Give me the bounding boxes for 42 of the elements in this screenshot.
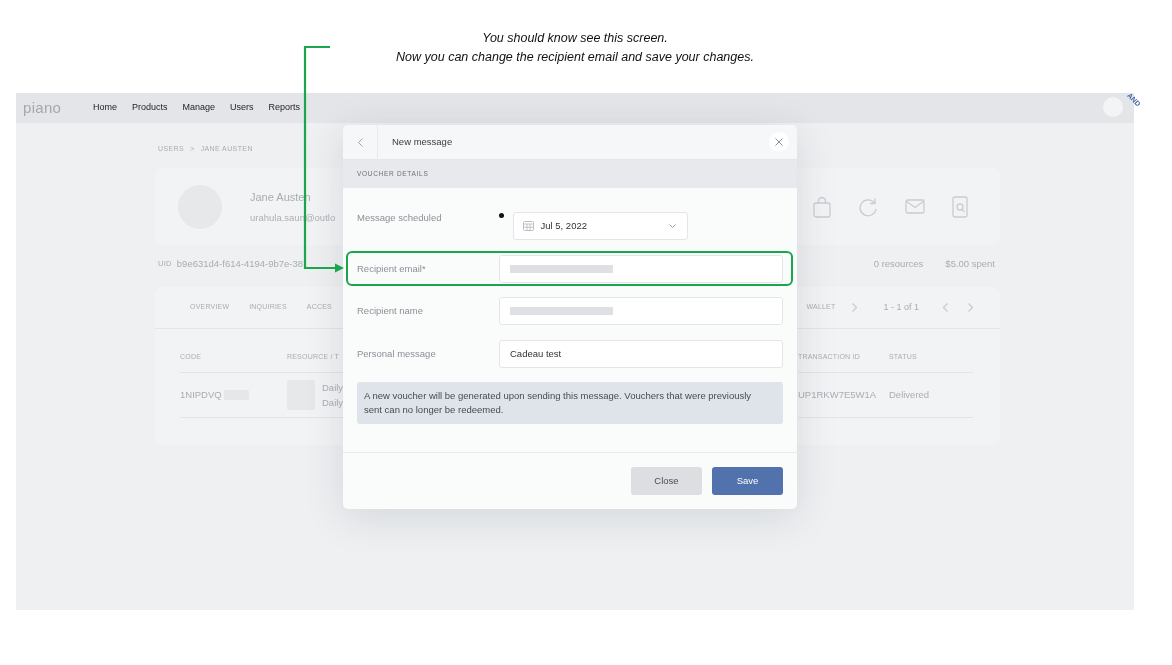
close-icon	[775, 138, 783, 146]
app-logo: piano	[23, 97, 63, 118]
caption-text: Now you can change the recipient email and save your changes.	[396, 49, 754, 66]
dialog-title: New message	[392, 134, 454, 149]
input-field[interactable]: Cadeau test	[499, 339, 783, 368]
chevron-left-icon[interactable]	[943, 303, 948, 312]
field-label: Recipient email*	[357, 262, 427, 275]
radio-button[interactable]	[499, 213, 504, 218]
stat-text: 0 resources	[873, 256, 924, 271]
field-label: Personal message	[357, 347, 437, 360]
pagination-range: 1 - 1 of 1	[883, 300, 919, 314]
field-label: Recipient name	[357, 305, 424, 317]
stat-text: $5.00 spent	[945, 256, 995, 271]
field-label: Message scheduled	[357, 212, 443, 224]
input-field[interactable]	[499, 254, 783, 283]
close-button[interactable]: Close	[631, 467, 702, 495]
circular-arrow-icon[interactable]	[858, 196, 878, 217]
envelope-icon[interactable]	[905, 199, 925, 214]
table-cell-text: UP1RKW7E5W1A	[798, 387, 878, 402]
nav-link[interactable]: Products	[132, 101, 168, 115]
table-cell-text: 1NIPDVQ	[180, 387, 222, 402]
document-icon[interactable]	[952, 195, 968, 218]
nav-link[interactable]: Manage	[182, 101, 216, 115]
close-button[interactable]	[769, 132, 789, 152]
table-cell-text: Delivered	[889, 387, 930, 402]
info-notice: A new voucher will be generated upon sending this message. Vouchers that were previously sent can no longer be redeemed.	[357, 382, 783, 424]
caption-text: You should know see this screen.	[482, 30, 668, 47]
chevron-left-icon	[357, 137, 363, 147]
table-cell-text: Daily	[322, 396, 344, 410]
chevron-right-icon[interactable]	[968, 303, 973, 312]
nav-link[interactable]: Users	[230, 101, 254, 115]
input-field[interactable]	[499, 297, 783, 325]
table-cell-text: Daily	[322, 381, 344, 395]
chevron-down-icon	[668, 224, 676, 228]
chevron-right-icon[interactable]	[852, 303, 858, 312]
uid-value: b9e631d4-f614-4194-9b7e-38	[176, 256, 304, 271]
save-button[interactable]: Save	[712, 467, 783, 495]
date-picker[interactable]: Jul 5, 2022	[512, 212, 688, 240]
calendar-icon	[522, 221, 534, 231]
bag-icon[interactable]	[813, 195, 831, 218]
nav-link[interactable]: Home	[93, 101, 117, 115]
nav-link[interactable]: Reports	[268, 101, 301, 115]
